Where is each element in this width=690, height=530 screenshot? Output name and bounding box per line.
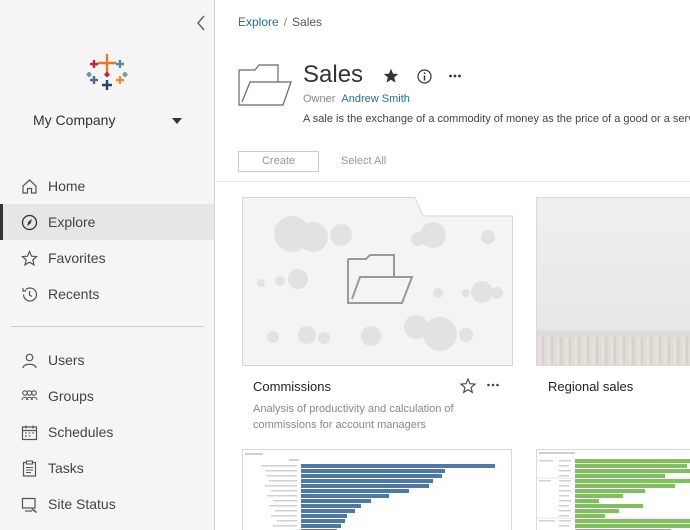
page-title: Sales — [303, 61, 364, 88]
sidebar-item-label: Recents — [48, 286, 100, 302]
project-description: A sale is the exchange of a commodity of… — [303, 113, 690, 125]
breadcrumb: Explore / Sales — [238, 15, 322, 29]
main-content: Explore / Sales Sales Owner Andrew Smith A … — [216, 0, 690, 530]
card-thumbnail-bar-chart-blue[interactable] — [242, 449, 512, 530]
sidebar-item-groups[interactable]: Groups — [0, 378, 214, 414]
company-selector[interactable]: My Company — [33, 112, 188, 130]
info-icon[interactable] — [417, 69, 432, 84]
collapse-sidebar-icon[interactable] — [193, 13, 209, 33]
sidebar-item-label: Site Status — [48, 496, 116, 512]
folder-icon — [238, 64, 292, 106]
owner-line: Owner Andrew Smith — [303, 93, 410, 105]
card-description-line: commissions for account managers — [253, 419, 427, 431]
sidebar-item-recents[interactable]: Recents — [0, 276, 214, 312]
card-thumbnail-commissions[interactable] — [242, 197, 513, 366]
group-icon — [21, 388, 38, 405]
sidebar-item-label: Schedules — [48, 424, 114, 440]
card-more-actions-icon[interactable] — [486, 378, 500, 392]
owner-label: Owner — [303, 93, 336, 105]
card-title-commissions[interactable]: Commissions — [253, 379, 331, 394]
chevron-down-icon — [172, 118, 182, 124]
card-thumbnail-bar-chart-green[interactable] — [536, 449, 690, 530]
sidebar-item-tasks[interactable]: Tasks — [0, 450, 214, 486]
card-description-line: Analysis of productivity and calculation… — [253, 403, 454, 415]
sidebar-item-site-status[interactable]: Site Status — [0, 486, 214, 522]
breadcrumb-current: Sales — [292, 15, 323, 29]
sidebar-item-label: Users — [48, 352, 85, 368]
owner-name-link[interactable]: Andrew Smith — [341, 93, 409, 105]
card-thumbnail-regional-sales[interactable] — [536, 197, 690, 366]
sidebar-item-label: Home — [48, 178, 86, 194]
select-all-button[interactable]: Select All — [341, 155, 386, 167]
sidebar-item-label: Tasks — [48, 460, 84, 476]
sidebar-item-label: Groups — [48, 388, 94, 404]
thumbnail-bar-chart — [243, 450, 511, 530]
star-icon — [20, 250, 39, 267]
home-icon — [21, 178, 38, 195]
card-title-regional-sales[interactable]: Regional sales — [548, 379, 633, 394]
favorite-star-icon[interactable] — [383, 68, 399, 84]
clock-icon — [21, 286, 38, 303]
sidebar-item-schedules[interactable]: Schedules — [0, 414, 214, 450]
tableau-logo — [86, 52, 128, 92]
sidebar-item-explore[interactable]: Explore — [0, 204, 214, 240]
breadcrumb-separator: / — [283, 15, 288, 29]
create-button[interactable]: Create — [238, 151, 319, 172]
thumbnail-bar-chart — [537, 450, 690, 530]
compass-icon — [21, 214, 38, 231]
calendar-icon — [21, 424, 38, 441]
sidebar-item-label: Explore — [48, 214, 96, 230]
floor-texture — [537, 337, 690, 365]
breadcrumb-explore-link[interactable]: Explore — [238, 15, 279, 29]
sidebar-divider — [11, 326, 204, 327]
clipboard-icon — [21, 460, 38, 477]
company-name: My Company — [33, 112, 116, 128]
sidebar-item-favorites[interactable]: Favorites — [0, 240, 214, 276]
more-actions-icon[interactable] — [448, 69, 462, 83]
card-favorite-star-icon[interactable] — [459, 377, 477, 394]
sidebar-item-home[interactable]: Home — [0, 168, 214, 204]
sidebar: My Company Home Explore Favorites Recent… — [0, 0, 215, 530]
user-icon — [21, 352, 38, 369]
sidebar-item-users[interactable]: Users — [0, 342, 214, 378]
toolbar-divider — [216, 181, 690, 182]
monitor-icon — [21, 496, 38, 514]
sidebar-item-label: Favorites — [48, 250, 106, 266]
card-description-commissions: Analysis of productivity and calculation… — [253, 401, 454, 433]
